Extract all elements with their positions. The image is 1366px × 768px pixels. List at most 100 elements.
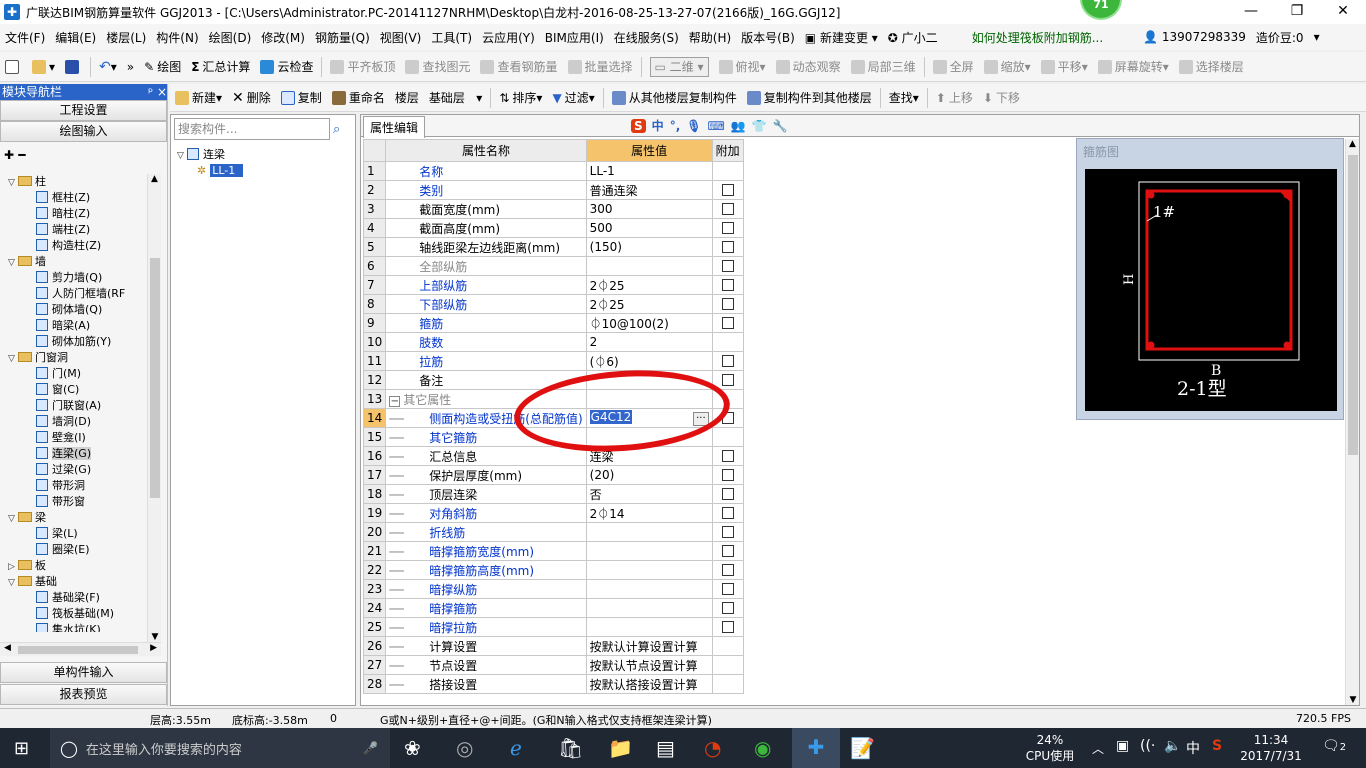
property-row[interactable]: 10 肢数 2	[362, 332, 744, 352]
tree-item[interactable]: 砌体加筋(Y)	[0, 334, 146, 350]
tree-item[interactable]: 圈梁(E)	[0, 542, 146, 558]
property-value-cell[interactable]: 2⏀25	[585, 294, 713, 314]
collapse-group-icon[interactable]: −	[389, 395, 401, 407]
property-row[interactable]: 23 ── 暗撑纵筋	[362, 579, 744, 599]
extra-checkbox[interactable]	[721, 260, 734, 272]
extra-checkbox[interactable]	[721, 469, 734, 481]
property-row[interactable]: 9 箍筋 ⏀10@100(2)	[362, 313, 744, 333]
tree-item[interactable]: 窗(C)	[0, 382, 146, 398]
property-value-cell[interactable]: 按默认计算设置计算	[585, 636, 713, 656]
tree-item[interactable]: 基础梁(F)	[0, 590, 146, 606]
property-value-cell[interactable]	[585, 541, 713, 561]
chinese-mode-icon[interactable]: 中	[652, 117, 664, 134]
extra-checkbox[interactable]	[721, 621, 734, 633]
property-row[interactable]: 7 上部纵筋 2⏀25	[362, 275, 744, 295]
menu-item[interactable]: 版本号(B)	[736, 29, 800, 46]
tree-item[interactable]: 壁龛(I)	[0, 430, 146, 446]
tree-item[interactable]: 砌体墙(Q)	[0, 302, 146, 318]
tree-folder[interactable]: ▽ 梁	[0, 510, 146, 526]
property-row[interactable]: 8 下部纵筋 2⏀25	[362, 294, 744, 314]
tree-item[interactable]: 门联窗(A)	[0, 398, 146, 414]
tree-item[interactable]: 过梁(G)	[0, 462, 146, 478]
tree-hscroll[interactable]: ◀ ▶	[0, 642, 161, 656]
copy-component-button[interactable]: 复制	[276, 86, 327, 110]
filter-button[interactable]: ▼ 过滤 ▾	[547, 86, 599, 110]
property-row[interactable]: 3 截面宽度(mm) 300	[362, 199, 744, 219]
tree-item[interactable]: 暗柱(Z)	[0, 206, 146, 222]
property-row[interactable]: 5 轴线距梁左边线距离(mm) (150)	[362, 237, 744, 257]
taskbar-search[interactable]: ◯ 在这里输入你要搜索的内容 🎤	[50, 728, 390, 768]
component-search-input[interactable]: 搜索构件...	[174, 118, 330, 140]
property-value-cell[interactable]	[585, 560, 713, 580]
search-icon[interactable]: ⌕	[333, 122, 340, 137]
chevron-down-icon[interactable]: ▽	[8, 255, 18, 271]
property-row[interactable]: 1 名称 LL-1	[362, 161, 744, 181]
user-phone[interactable]: 👤 13907298339	[1138, 30, 1251, 44]
new-file-button[interactable]	[0, 55, 27, 79]
extra-checkbox[interactable]	[721, 355, 734, 367]
pan-button[interactable]: 平移 ▾	[1036, 55, 1093, 79]
screen-rotate-button[interactable]: 屏幕旋转 ▾	[1093, 55, 1174, 79]
tree-folder[interactable]: ▽ 门窗洞	[0, 350, 146, 366]
tree-folder[interactable]: ▽ 墙	[0, 254, 146, 270]
hint-link[interactable]: 如何处理筏板附加钢筋...	[967, 29, 1108, 46]
delete-component-button[interactable]: ✕ 删除	[227, 86, 276, 110]
tab-property-edit[interactable]: 属性编辑	[363, 115, 426, 138]
find-button[interactable]: 查找 ▾	[884, 86, 924, 110]
chevron-right-icon[interactable]: ▷	[8, 559, 18, 575]
tree-vscroll[interactable]: ▲ ▼	[147, 174, 161, 642]
new-change-menu[interactable]: ▣ 新建变更 ▾	[800, 29, 883, 46]
move-down-button[interactable]: ⬇ 下移	[978, 86, 1025, 110]
property-value-cell[interactable]: 300	[585, 199, 713, 219]
tree-folder[interactable]: ▽ 基础	[0, 574, 146, 590]
property-row[interactable]: 24 ── 暗撑箍筋	[362, 598, 744, 618]
property-value-cell[interactable]: (20)	[585, 465, 713, 485]
save-button[interactable]	[60, 55, 87, 79]
property-value-cell[interactable]	[585, 522, 713, 542]
property-value-cell[interactable]: 2	[585, 332, 713, 352]
property-value-cell[interactable]: ⏀10@100(2)	[585, 313, 713, 333]
chevron-down-icon[interactable]: ▽	[8, 575, 18, 591]
fullscreen-button[interactable]: 全屏	[928, 55, 979, 79]
property-row[interactable]: 2 类别 普通连梁	[362, 180, 744, 200]
extra-checkbox[interactable]	[721, 602, 734, 614]
move-up-button[interactable]: ⬆ 上移	[931, 86, 978, 110]
extra-checkbox[interactable]	[721, 545, 734, 557]
property-value-cell[interactable]	[585, 256, 713, 276]
menu-item[interactable]: 钢筋量(Q)	[310, 29, 375, 46]
menu-item[interactable]: BIM应用(I)	[540, 29, 609, 46]
property-value-cell[interactable]	[585, 598, 713, 618]
sogou-tray-icon[interactable]: S	[1212, 738, 1222, 754]
menu-item[interactable]: 楼层(L)	[101, 29, 151, 46]
glodon-app-icon[interactable]: ◔	[704, 736, 721, 760]
extra-checkbox[interactable]	[721, 374, 734, 386]
cost-beans[interactable]: 造价豆:0	[1251, 29, 1309, 46]
tree-item[interactable]: 框柱(Z)	[0, 190, 146, 206]
extra-checkbox[interactable]	[721, 298, 734, 310]
explorer-icon[interactable]: 📁	[608, 736, 633, 760]
property-row[interactable]: 17 ── 保护层厚度(mm) (20)	[362, 465, 744, 485]
select-floor-button[interactable]: 选择楼层	[1174, 55, 1249, 79]
property-value-cell[interactable]: 2⏀14	[585, 503, 713, 523]
menu-item[interactable]: 编辑(E)	[50, 29, 101, 46]
property-value-cell[interactable]: 按默认搭接设置计算	[585, 674, 713, 694]
view-mode-select[interactable]: ▭ 二维 ▾	[645, 55, 714, 79]
property-vscroll-thumb[interactable]	[1348, 155, 1358, 455]
property-row[interactable]: 11 拉筋 (⏀6)	[362, 351, 744, 371]
extra-checkbox[interactable]	[721, 507, 734, 519]
expand-collapse-all[interactable]: ✚ ━	[0, 142, 167, 168]
extra-checkbox[interactable]	[721, 241, 734, 253]
menu-item[interactable]: 修改(M)	[256, 29, 310, 46]
property-row[interactable]: 27 ── 节点设置 按默认节点设置计算	[362, 655, 744, 675]
edge-icon[interactable]: ℯ	[510, 736, 522, 760]
property-row[interactable]: 16 ── 汇总信息 连梁	[362, 446, 744, 466]
extra-checkbox[interactable]	[721, 222, 734, 234]
tree-item[interactable]: 梁(L)	[0, 526, 146, 542]
extra-checkbox[interactable]	[721, 583, 734, 595]
window-app-icon[interactable]: ▤	[656, 736, 675, 760]
extra-checkbox[interactable]	[721, 203, 734, 215]
tree-item[interactable]: 筏板基础(M)	[0, 606, 146, 622]
chevron-down-icon[interactable]: ▽	[8, 511, 18, 527]
top-view-button[interactable]: 俯视 ▾	[714, 55, 771, 79]
tree-item[interactable]: 带形窗	[0, 494, 146, 510]
